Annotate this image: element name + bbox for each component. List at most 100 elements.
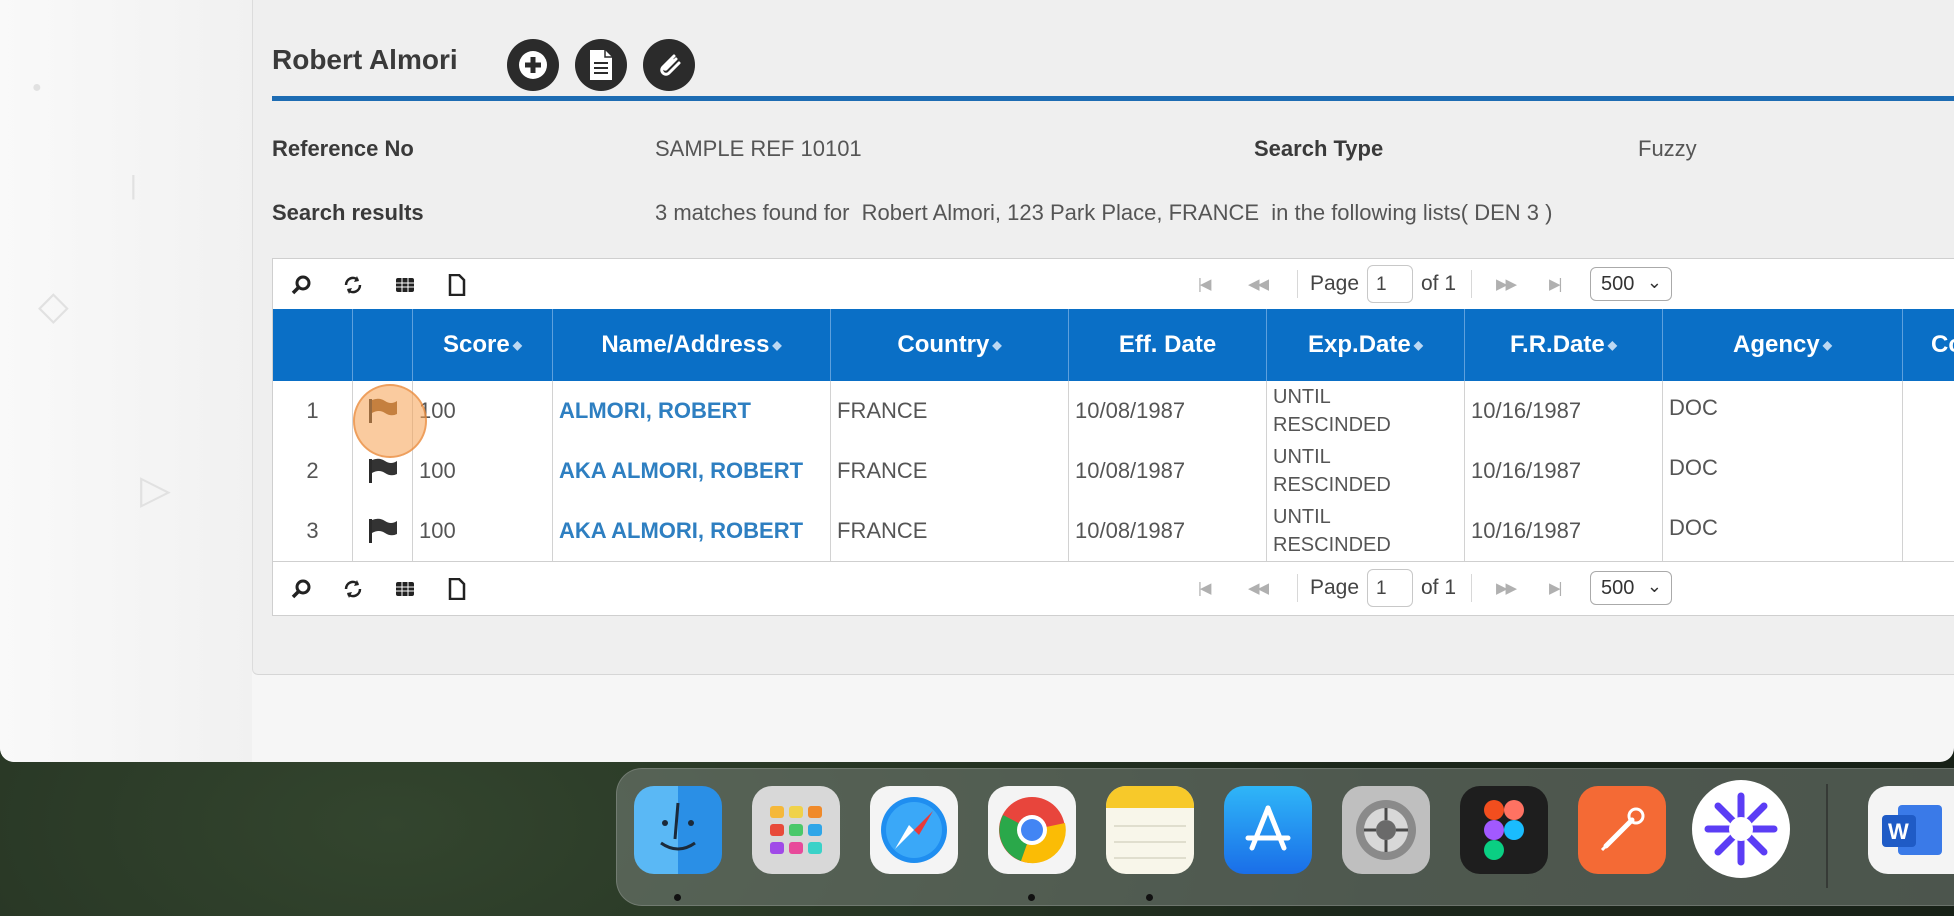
agency-cell: DOC <box>1663 381 1903 441</box>
paperclip-icon <box>660 54 681 76</box>
page-label: Page <box>1310 272 1360 295</box>
sort-icon: ◆ <box>992 338 1002 352</box>
page-size-value: 500 <box>1601 273 1635 295</box>
search-type-value: Fuzzy <box>1638 136 1697 161</box>
name-link[interactable]: AKA ALMORI, ROBERT <box>553 501 831 561</box>
fr-date-cell: 10/16/1987 <box>1465 441 1663 501</box>
page-label: Page <box>1310 576 1360 599</box>
page-size-select[interactable]: 500 ⌄ <box>1590 267 1672 301</box>
column-header-exp-date[interactable]: Exp.Date ◆ <box>1267 309 1465 381</box>
prev-page-icon[interactable]: ◀◀ <box>1248 275 1269 293</box>
table-row[interactable]: 3 100 AKA ALMORI, ROBERT FRANCE 10/08/19… <box>273 501 1954 562</box>
score-cell: 100 <box>413 381 553 441</box>
safari-icon[interactable] <box>870 786 958 874</box>
chrome-icon[interactable] <box>988 786 1076 874</box>
attach-button[interactable] <box>643 39 695 91</box>
name-link[interactable]: AKA ALMORI, ROBERT <box>553 441 831 501</box>
columns-tool-button[interactable] <box>393 577 417 601</box>
decor-dot: ● <box>32 79 42 96</box>
add-button[interactable] <box>507 39 559 91</box>
column-header-fr-date[interactable]: F.R.Date ◆ <box>1465 309 1663 381</box>
notes-icon[interactable] <box>1106 786 1194 874</box>
column-header-co[interactable]: Co <box>1903 309 1954 381</box>
pager-separator <box>1297 574 1298 602</box>
column-header-eff-date[interactable]: Eff. Date <box>1069 309 1267 381</box>
last-page-icon[interactable]: ▶| <box>1549 579 1563 597</box>
decor-triangle: ▷ <box>140 468 171 512</box>
results-grid: |◀ ◀◀ Page 1 of 1 ▶▶ ▶| 500 ⌄ Score ◆ Nam… <box>272 258 1954 616</box>
reference-label: Reference No <box>272 136 414 161</box>
prev-page-icon[interactable]: ◀◀ <box>1248 579 1269 597</box>
table-header: Score ◆ Name/Address ◆ Country ◆ Eff. Date … <box>273 309 1954 381</box>
search-type-label: Search Type <box>1254 136 1384 161</box>
page-number-input[interactable]: 1 <box>1367 569 1413 607</box>
next-page-icon[interactable]: ▶▶ <box>1496 275 1517 293</box>
exp-date-cell: UNTIL RESCINDED <box>1267 381 1465 441</box>
sort-icon: ◆ <box>512 338 522 352</box>
postman-icon[interactable] <box>1578 786 1666 874</box>
search-icon <box>291 275 311 295</box>
svg-text:W: W <box>1888 819 1909 844</box>
column-header-name[interactable]: Name/Address ◆ <box>553 309 831 381</box>
word-icon[interactable]: W <box>1868 786 1954 874</box>
page-number-input[interactable]: 1 <box>1367 265 1413 303</box>
export-tool-button[interactable] <box>445 273 469 297</box>
flag-icon[interactable] <box>353 501 413 561</box>
header-divider <box>272 96 1954 101</box>
page-size-select[interactable]: 500 ⌄ <box>1590 571 1672 605</box>
eff-date-cell: 10/08/1987 <box>1069 501 1267 561</box>
column-header-agency[interactable]: Agency ◆ <box>1663 309 1903 381</box>
sort-icon: ◆ <box>772 338 782 352</box>
exp-date-cell: UNTIL RESCINDED <box>1267 441 1465 501</box>
country-cell: FRANCE <box>831 501 1069 561</box>
refresh-tool-button[interactable] <box>341 577 365 601</box>
page-size-value: 500 <box>1601 577 1635 599</box>
search-icon <box>291 579 311 599</box>
score-cell: 100 <box>413 501 553 561</box>
first-page-icon[interactable]: |◀ <box>1198 275 1212 293</box>
chevron-down-icon: ⌄ <box>1646 576 1662 596</box>
search-results-value: 3 matches found for Robert Almori, 123 P… <box>655 200 1553 225</box>
file-icon <box>448 274 466 296</box>
table-row[interactable]: 2 100 AKA ALMORI, ROBERT FRANCE 10/08/19… <box>273 441 1954 502</box>
running-indicator <box>1028 894 1035 901</box>
launchpad-icon[interactable] <box>752 786 840 874</box>
row-number: 3 <box>273 501 353 561</box>
left-decorative-strip: ● ◇ ▷ | <box>0 0 252 762</box>
pager-separator <box>1471 574 1472 602</box>
table-row[interactable]: 1 100 ALMORI, ROBERT FRANCE 10/08/1987 U… <box>273 381 1954 442</box>
document-button[interactable] <box>575 39 627 91</box>
name-link[interactable]: ALMORI, ROBERT <box>553 381 831 441</box>
eff-date-cell: 10/08/1987 <box>1069 381 1267 441</box>
finder-icon[interactable] <box>634 786 722 874</box>
running-indicator <box>674 894 681 901</box>
click-highlight <box>353 384 427 458</box>
perplexity-icon[interactable] <box>1692 780 1790 878</box>
pager-separator <box>1297 270 1298 298</box>
columns-tool-button[interactable] <box>393 273 417 297</box>
search-tool-button[interactable] <box>289 577 313 601</box>
next-page-icon[interactable]: ▶▶ <box>1496 579 1517 597</box>
export-tool-button[interactable] <box>445 577 469 601</box>
row-number: 2 <box>273 441 353 501</box>
search-tool-button[interactable] <box>289 273 313 297</box>
page-count: of 1 <box>1421 576 1457 599</box>
page-count: of 1 <box>1421 272 1457 295</box>
fr-date-cell: 10/16/1987 <box>1465 501 1663 561</box>
app-store-icon[interactable] <box>1224 786 1312 874</box>
column-header-score[interactable]: Score ◆ <box>413 309 553 381</box>
exp-date-cell: UNTIL RESCINDED <box>1267 501 1465 561</box>
first-page-icon[interactable]: |◀ <box>1198 579 1212 597</box>
last-page-icon[interactable]: ▶| <box>1549 275 1563 293</box>
column-header-country[interactable]: Country ◆ <box>831 309 1069 381</box>
chevron-down-icon: ⌄ <box>1646 272 1662 292</box>
pager-separator <box>1471 270 1472 298</box>
bottom-pager: |◀ ◀◀ Page 1 of 1 ▶▶ ▶| 500 ⌄ <box>273 563 1954 613</box>
refresh-tool-button[interactable] <box>341 273 365 297</box>
sort-icon: ◆ <box>1822 338 1832 352</box>
plus-icon <box>519 51 547 79</box>
figma-icon[interactable] <box>1460 786 1548 874</box>
decor-bar: | <box>130 170 137 200</box>
search-results-label: Search results <box>272 200 424 225</box>
system-settings-icon[interactable] <box>1342 786 1430 874</box>
